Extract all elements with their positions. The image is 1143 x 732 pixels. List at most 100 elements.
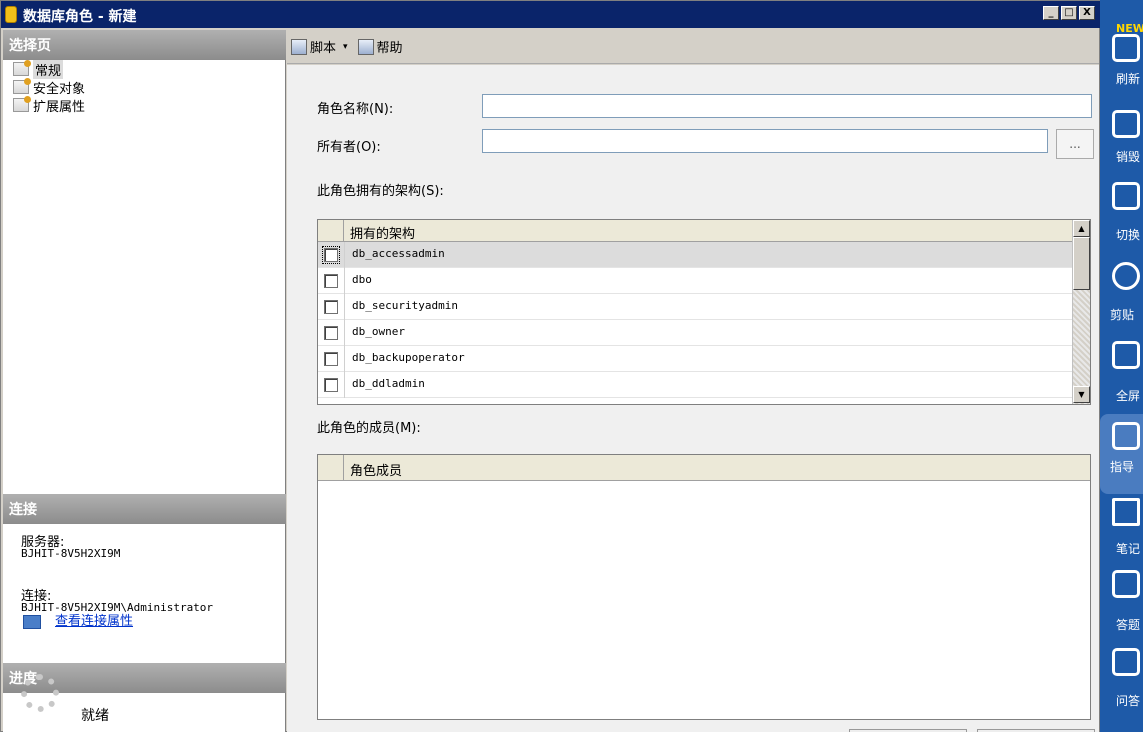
- owner-input[interactable]: [482, 129, 1048, 153]
- script-label: 脚本: [310, 41, 337, 56]
- page-item-general[interactable]: 常规: [13, 59, 85, 79]
- owned-schemas-label: 此角色拥有的架构(S):: [317, 184, 444, 199]
- side-item-notes[interactable]: 笔记: [1100, 494, 1143, 574]
- fullscreen-icon: [1112, 341, 1140, 369]
- table-row[interactable]: db_accessadmin: [318, 242, 1074, 268]
- qa-icon: [1112, 648, 1140, 676]
- schemas-scrollbar[interactable]: ▲ ▼: [1072, 220, 1090, 404]
- left-pane: 选择页 常规 安全对象 扩展属性 连接 服务器: BJHIT-8V5H2XI9M…: [3, 30, 286, 732]
- schema-checkbox[interactable]: [322, 246, 340, 264]
- help-button[interactable]: 帮助: [357, 37, 403, 56]
- switch-icon: [1112, 182, 1140, 210]
- side-item-guide[interactable]: 指导: [1100, 414, 1143, 494]
- owned-schemas-column-header[interactable]: 拥有的架构: [350, 223, 415, 242]
- side-label: 剪贴: [1110, 308, 1135, 322]
- connection-header: 连接: [3, 494, 286, 524]
- server-value: BJHIT-8V5H2XI9M: [21, 547, 121, 560]
- side-label: 笔记: [1116, 542, 1141, 556]
- side-label: 指导: [1110, 460, 1135, 474]
- schema-name: db_backupoperator: [352, 351, 465, 364]
- page-label: 常规: [33, 59, 64, 79]
- connection-properties-icon: [23, 614, 41, 629]
- close-button[interactable]: X: [1079, 6, 1095, 20]
- side-item-destroy[interactable]: 销毁: [1100, 104, 1143, 184]
- role-name-input[interactable]: [482, 94, 1092, 118]
- page-label: 扩展属性: [33, 99, 86, 115]
- schema-name: db_ddladmin: [352, 377, 425, 390]
- trash-icon: [1112, 110, 1140, 138]
- side-item-clipboard[interactable]: 剪贴: [1100, 258, 1143, 338]
- view-connection-properties[interactable]: 查看连接属性: [23, 610, 133, 629]
- scissors-icon: [1112, 262, 1140, 290]
- side-label: 刷新: [1116, 72, 1141, 86]
- table-row[interactable]: dbo: [318, 268, 1074, 294]
- schema-name: dbo: [352, 273, 372, 286]
- schema-name: db_accessadmin: [352, 247, 445, 260]
- page-label: 安全对象: [33, 81, 86, 97]
- side-label: 销毁: [1116, 150, 1141, 164]
- role-members-column-header[interactable]: 角色成员: [350, 460, 402, 479]
- form-content: 角色名称(N): 所有者(O): ... 此角色拥有的架构(S): 拥有的架构 …: [287, 65, 1099, 732]
- side-item-refresh[interactable]: 刷新: [1100, 26, 1143, 106]
- select-page-header: 选择页: [3, 30, 286, 60]
- page-item-securables[interactable]: 安全对象: [13, 78, 86, 97]
- schema-checkbox[interactable]: [324, 352, 338, 366]
- help-icon: [357, 38, 374, 55]
- table-row[interactable]: db_ddladmin: [318, 372, 1074, 398]
- page-list: 常规 安全对象 扩展属性: [13, 59, 86, 115]
- scroll-up-icon[interactable]: ▲: [1073, 220, 1090, 237]
- schema-name: db_securityadmin: [352, 299, 458, 312]
- scroll-thumb[interactable]: [1073, 237, 1090, 290]
- progress-spinner-icon: [21, 674, 59, 712]
- chevron-down-icon[interactable]: ▾: [343, 42, 348, 52]
- table-row[interactable]: db_backupoperator: [318, 346, 1074, 372]
- schema-checkbox[interactable]: [324, 300, 338, 314]
- script-button[interactable]: 脚本 ▾: [291, 37, 352, 56]
- title-bar[interactable]: 数据库角色 - 新建 _ □ X: [1, 1, 1101, 28]
- script-icon: [291, 38, 307, 55]
- grid-corner: [318, 455, 344, 481]
- minimize-button[interactable]: _: [1043, 6, 1059, 20]
- page-icon: [13, 60, 31, 76]
- maximize-button[interactable]: □: [1061, 6, 1077, 20]
- guide-icon: [1112, 422, 1140, 450]
- page-icon: [13, 96, 31, 112]
- window-controls: _ □ X: [1043, 6, 1095, 20]
- refresh-icon: [1112, 34, 1140, 62]
- table-row[interactable]: db_owner: [318, 320, 1074, 346]
- side-toolbar: NEW 刷新 销毁 切换 剪贴 全屏 指导 笔记 答题 问答: [1100, 0, 1143, 732]
- schema-name: db_owner: [352, 325, 405, 338]
- owned-schemas-grid: 拥有的架构 db_accessadmin dbo db_securityadmi…: [317, 219, 1091, 405]
- toolbar: 脚本 ▾ 帮助: [287, 30, 1099, 64]
- schema-checkbox[interactable]: [324, 326, 338, 340]
- view-connection-link[interactable]: 查看连接属性: [55, 614, 133, 629]
- scroll-down-icon[interactable]: ▼: [1073, 386, 1090, 403]
- side-item-switch[interactable]: 切换: [1100, 180, 1143, 260]
- side-item-answer[interactable]: 答题: [1100, 568, 1143, 648]
- schema-checkbox[interactable]: [324, 274, 338, 288]
- grid-header: 角色成员: [318, 455, 1090, 481]
- owner-label: 所有者(O):: [317, 140, 381, 155]
- role-name-label: 角色名称(N):: [317, 102, 394, 117]
- side-label: 答题: [1116, 618, 1141, 632]
- page-item-extended-properties[interactable]: 扩展属性: [13, 96, 86, 115]
- schema-checkbox[interactable]: [324, 378, 338, 392]
- side-item-fullscreen[interactable]: 全屏: [1100, 337, 1143, 417]
- help-label: 帮助: [376, 41, 403, 56]
- database-icon: [5, 6, 17, 23]
- pen-icon: [1112, 498, 1140, 526]
- answer-icon: [1112, 570, 1140, 598]
- progress-status: 就绪: [81, 708, 109, 724]
- side-label: 切换: [1116, 228, 1141, 242]
- grid-corner: [318, 220, 344, 242]
- role-members-grid[interactable]: 角色成员: [317, 454, 1091, 720]
- page-icon: [13, 78, 31, 94]
- side-label: 全屏: [1116, 389, 1141, 403]
- window-title: 数据库角色 - 新建: [23, 9, 137, 25]
- browse-owner-button[interactable]: ...: [1056, 129, 1094, 159]
- grid-header: 拥有的架构: [318, 220, 1074, 242]
- side-label: 问答: [1116, 694, 1141, 708]
- side-item-qa[interactable]: 问答: [1100, 644, 1143, 724]
- table-row[interactable]: db_securityadmin: [318, 294, 1074, 320]
- database-role-window: 数据库角色 - 新建 _ □ X 选择页 常规 安全对象 扩展属性 连接 服务器…: [0, 0, 1101, 732]
